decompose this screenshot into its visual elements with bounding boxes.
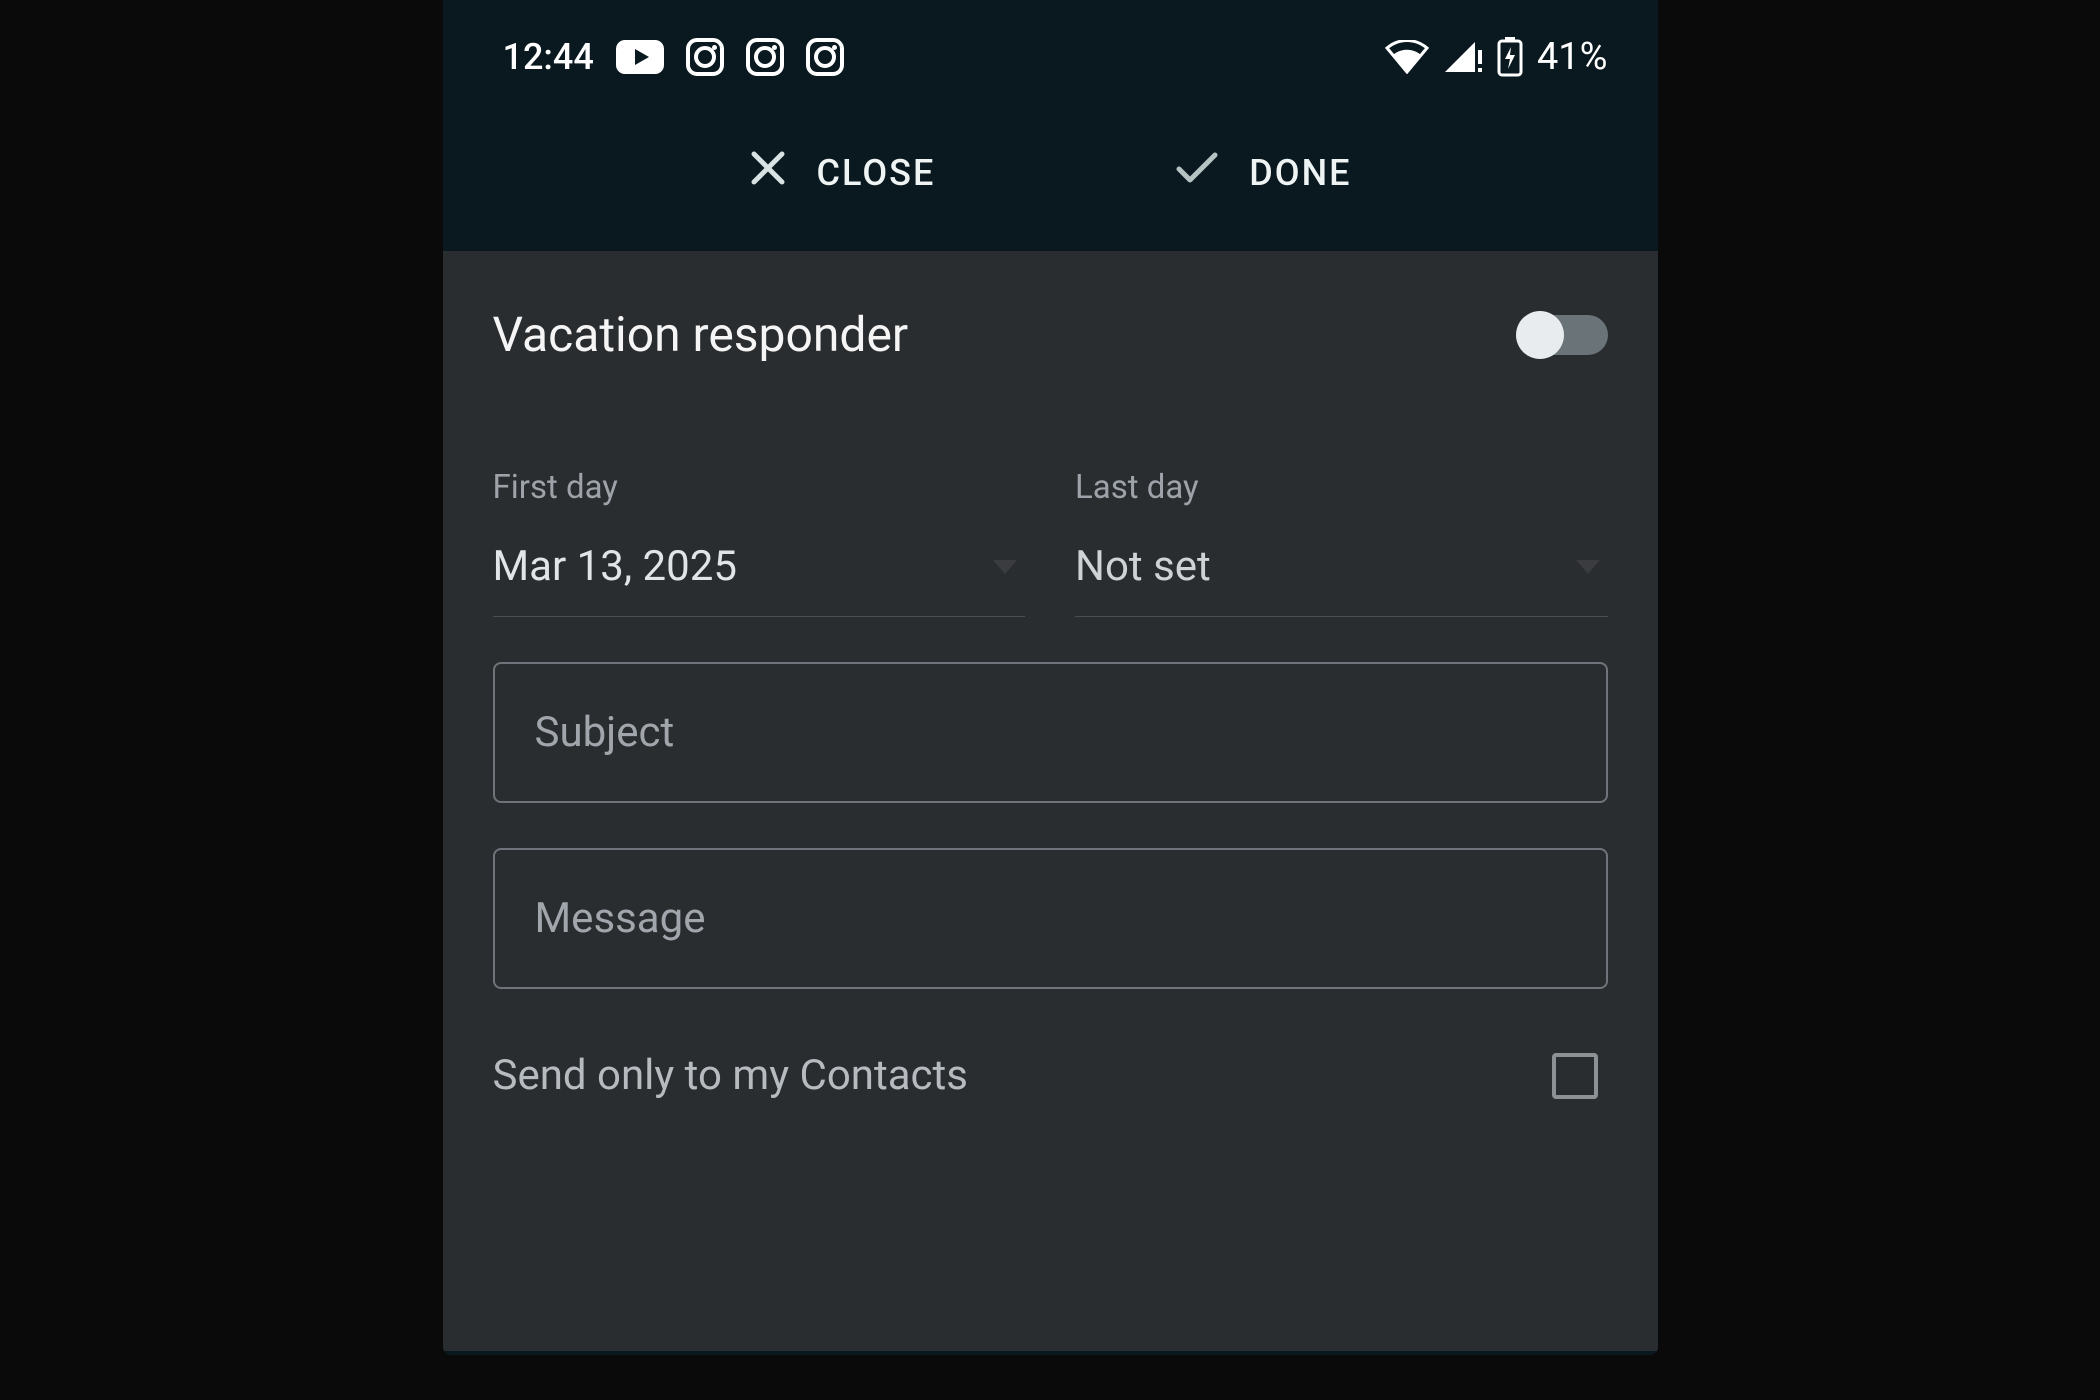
phone-frame: 12:44 41% CLOSE [443,0,1658,1355]
done-button[interactable]: DONE [1175,151,1351,194]
contacts-checkbox[interactable] [1552,1053,1598,1099]
last-day-field[interactable]: Last day Not set [1075,468,1608,617]
status-right: 41% [1385,35,1608,79]
instagram-icon [806,38,844,76]
vacation-toggle[interactable] [1520,315,1608,355]
instagram-icon [686,38,724,76]
close-label: CLOSE [817,152,936,194]
last-day-label: Last day [1075,468,1608,507]
toggle-knob [1516,311,1564,359]
dropdown-caret-icon [993,560,1017,574]
status-left: 12:44 [503,36,844,78]
message-input[interactable] [493,848,1608,989]
content-area: Vacation responder First day Mar 13, 202… [443,251,1658,1351]
wifi-icon [1385,40,1429,74]
status-time: 12:44 [503,36,594,78]
close-icon [749,149,787,196]
first-day-label: First day [493,468,1026,507]
dates-row: First day Mar 13, 2025 Last day Not set [443,378,1658,617]
battery-percent: 41% [1537,35,1608,79]
close-button[interactable]: CLOSE [749,149,936,196]
subject-input[interactable] [493,662,1608,803]
status-bar: 12:44 41% [443,0,1658,109]
cell-signal-icon [1443,40,1483,74]
page-title: Vacation responder [493,306,909,363]
first-day-value: Mar 13, 2025 [493,542,737,591]
youtube-icon [616,40,664,74]
last-day-value: Not set [1075,542,1211,591]
header-row: Vacation responder [443,251,1658,378]
dropdown-caret-icon [1576,560,1600,574]
first-day-field[interactable]: First day Mar 13, 2025 [493,468,1026,617]
check-icon [1175,151,1219,194]
done-label: DONE [1249,152,1351,194]
action-bar: CLOSE DONE [443,109,1658,251]
instagram-icon [746,38,784,76]
contacts-row[interactable]: Send only to my Contacts [443,989,1658,1100]
contacts-label: Send only to my Contacts [493,1051,968,1100]
battery-charging-icon [1497,37,1523,77]
